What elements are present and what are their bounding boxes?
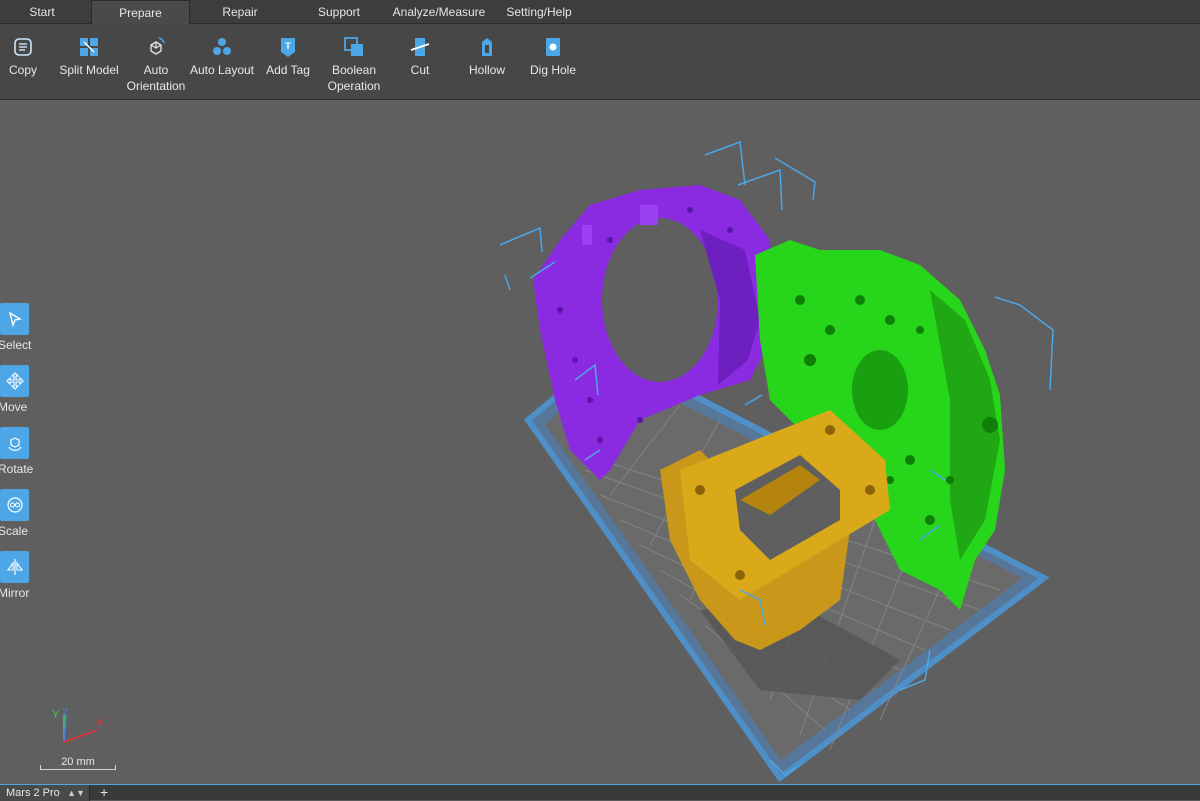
auto-layout-button[interactable]: Auto Layout: [188, 24, 256, 100]
axis-y-label: Y: [52, 709, 60, 721]
svg-text:T: T: [285, 41, 291, 51]
move-icon: [5, 372, 24, 390]
updown-icon: ▲▼: [67, 788, 85, 798]
cut-icon: [410, 38, 430, 56]
copy-icon: [14, 38, 32, 56]
move-tool-button[interactable]: [0, 365, 29, 397]
tab-prepare[interactable]: Prepare: [91, 0, 190, 25]
boolean-operation-button[interactable]: Boolean Operation: [322, 24, 386, 100]
axis-x-label: X: [96, 717, 104, 729]
auto-orientation-label: Auto Orientation: [126, 63, 186, 93]
scale-bar-label: 20 mm: [61, 756, 95, 768]
printer-tab-label: Mars 2 Pro: [6, 787, 60, 799]
scale-tool[interactable]: Scale: [0, 489, 40, 538]
add-tag-label: Add Tag: [266, 63, 310, 77]
ribbon-toolbar: Copy Split Model Auto Orientation Auto L…: [0, 24, 1200, 100]
tag-icon: T: [281, 38, 295, 57]
auto-layout-icon: [213, 38, 231, 55]
scale-icon: [6, 497, 23, 513]
move-tool[interactable]: Move: [0, 365, 40, 414]
tab-setting-help[interactable]: Setting/Help: [498, 0, 580, 24]
scene-canvas[interactable]: [0, 100, 1200, 784]
axis-z-label: Z: [62, 707, 69, 719]
split-model-label: Split Model: [59, 63, 119, 77]
scale-bar: 20 mm: [40, 756, 116, 776]
rotate-tool[interactable]: Rotate: [0, 427, 40, 476]
scale-tool-button[interactable]: [0, 489, 29, 521]
tab-support[interactable]: Support: [296, 0, 382, 24]
rotate-tool-button[interactable]: [0, 427, 29, 459]
tab-repair[interactable]: Repair: [196, 0, 284, 24]
scale-bar-line: [40, 765, 116, 770]
cut-button[interactable]: Cut: [400, 24, 440, 100]
hollow-button[interactable]: Hollow: [462, 24, 512, 100]
split-model-icon: [80, 38, 98, 56]
3d-viewport[interactable]: Select Move Rotate Scale Mirror Y Z X 20: [0, 100, 1200, 784]
bottom-bar: Mars 2 Pro ▲▼ +: [0, 784, 1200, 801]
printer-tab[interactable]: Mars 2 Pro ▲▼: [0, 785, 90, 801]
mirror-tool-button[interactable]: [0, 551, 29, 583]
axis-gizmo: Y Z X: [52, 707, 104, 743]
copy-button[interactable]: Copy: [4, 24, 42, 100]
dig-hole-icon: [546, 38, 560, 56]
dig-hole-button[interactable]: Dig Hole: [526, 24, 580, 100]
mirror-tool[interactable]: Mirror: [0, 551, 40, 600]
rotate-icon: [7, 437, 22, 451]
rotate-tool-label: Rotate: [0, 462, 34, 476]
auto-layout-label: Auto Layout: [189, 63, 255, 77]
add-tab-button[interactable]: +: [100, 784, 108, 800]
auto-orientation-icon: [150, 37, 165, 55]
split-model-button[interactable]: Split Model: [56, 24, 122, 100]
mirror-icon: [6, 559, 23, 575]
cursor-icon: [8, 311, 22, 327]
hollow-label: Hollow: [468, 63, 505, 77]
hollow-icon: [482, 38, 492, 56]
move-tool-label: Move: [0, 400, 28, 414]
cut-label: Cut: [410, 63, 430, 77]
dig-hole-label: Dig Hole: [529, 63, 577, 77]
mirror-tool-label: Mirror: [0, 586, 30, 600]
boolean-icon: [344, 37, 363, 56]
boolean-operation-label: Boolean Operation: [327, 63, 381, 93]
auto-orientation-button[interactable]: Auto Orientation: [124, 24, 188, 100]
select-tool[interactable]: Select: [0, 303, 40, 352]
tab-bar: Start Prepare Repair Support Analyze/Mea…: [0, 0, 1200, 25]
select-tool-label: Select: [0, 338, 32, 352]
tab-analyze-measure[interactable]: Analyze/Measure: [388, 0, 490, 24]
copy-label: Copy: [8, 63, 37, 77]
add-tag-button[interactable]: T Add Tag: [262, 24, 314, 100]
select-tool-button[interactable]: [0, 303, 29, 335]
tab-start[interactable]: Start: [0, 0, 84, 24]
scale-tool-label: Scale: [0, 524, 29, 538]
